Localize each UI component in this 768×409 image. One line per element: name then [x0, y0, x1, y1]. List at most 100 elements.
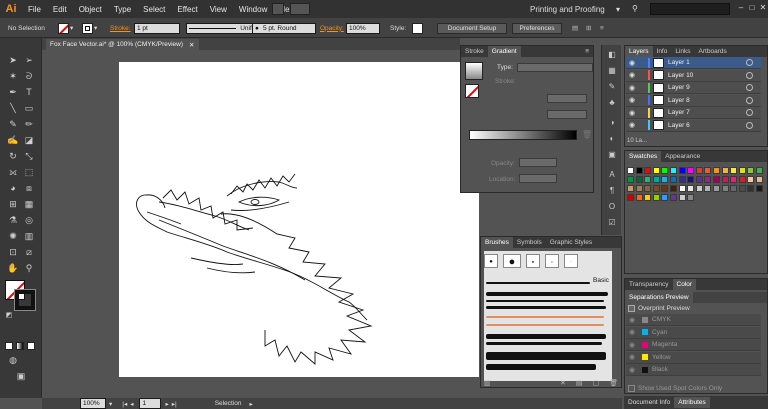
- menu-edit[interactable]: Edit: [47, 5, 73, 14]
- eyedropper-tool-icon[interactable]: ⚗: [6, 214, 20, 226]
- scale-tool-icon[interactable]: ⤡: [22, 150, 36, 162]
- swatch[interactable]: [695, 185, 703, 192]
- tab-stroke[interactable]: Stroke: [461, 46, 488, 57]
- layer-row[interactable]: ◉ Layer 10: [626, 69, 761, 82]
- tab-swatches[interactable]: Swatches: [625, 151, 662, 162]
- swatch[interactable]: [627, 167, 634, 174]
- document-tab[interactable]: Fox Face Vector.ai* @ 100% (CMYK/Preview…: [46, 39, 199, 50]
- opacity-label[interactable]: Opacity:: [320, 22, 344, 34]
- close-tab-icon[interactable]: ✕: [189, 41, 194, 49]
- align-icon[interactable]: ▤: [572, 22, 578, 34]
- color-mode-icon[interactable]: [5, 342, 13, 350]
- zoom-chevron-icon[interactable]: ▾: [109, 400, 112, 408]
- swatch[interactable]: [704, 167, 712, 174]
- menu-object[interactable]: Object: [73, 5, 108, 14]
- swatch[interactable]: [627, 194, 634, 201]
- tab-symbols[interactable]: Symbols: [513, 237, 546, 248]
- opentype-icon[interactable]: O: [606, 201, 618, 213]
- tab-brushes[interactable]: Brushes: [481, 237, 513, 248]
- brush-stroke-arrow-2[interactable]: [486, 324, 604, 326]
- swatch[interactable]: [738, 176, 746, 183]
- swatch[interactable]: [635, 185, 643, 192]
- layer-row[interactable]: ◉ Layer 7: [626, 107, 761, 119]
- tab-transparency[interactable]: Transparency: [625, 279, 673, 290]
- artboard[interactable]: [119, 62, 479, 377]
- angle-field[interactable]: [547, 94, 587, 103]
- target-icon[interactable]: [746, 109, 753, 116]
- eye-icon[interactable]: ◉: [626, 84, 638, 92]
- swatch[interactable]: [661, 167, 669, 174]
- brush-dot-1[interactable]: ●: [484, 254, 498, 268]
- gradient-slider[interactable]: [469, 130, 577, 140]
- pencil-tool-icon[interactable]: ✏: [22, 118, 36, 130]
- tab-document-info[interactable]: Document Info: [624, 397, 674, 408]
- swatch[interactable]: [635, 167, 643, 174]
- plate-row[interactable]: ◉ Magenta: [626, 339, 761, 351]
- swatch[interactable]: [644, 194, 652, 201]
- swatch[interactable]: [730, 167, 738, 174]
- swatch[interactable]: [721, 185, 729, 192]
- swatch[interactable]: [687, 167, 695, 174]
- slice-tool-icon[interactable]: ⧄: [22, 246, 36, 258]
- zoom-tool-icon[interactable]: ⚲: [22, 262, 36, 274]
- swatch[interactable]: [721, 176, 729, 183]
- pen-tool-icon[interactable]: ✒: [6, 86, 20, 98]
- swatch[interactable]: [652, 167, 660, 174]
- swatch[interactable]: [627, 185, 634, 192]
- swatch[interactable]: [713, 167, 720, 174]
- swatch[interactable]: [721, 167, 729, 174]
- magic-wand-tool-icon[interactable]: ✶: [6, 70, 20, 82]
- plate-row[interactable]: ◉ Black: [626, 364, 761, 376]
- swatch[interactable]: [730, 176, 738, 183]
- tab-gradient[interactable]: Gradient: [487, 46, 521, 57]
- artboard-tool-icon[interactable]: ⊡: [6, 246, 20, 258]
- menu-select[interactable]: Select: [137, 5, 171, 14]
- gradient-mode-icon[interactable]: [16, 342, 24, 350]
- spot-only-checkbox[interactable]: [628, 385, 635, 392]
- workspace-switcher[interactable]: Printing and Proofing ▾: [526, 2, 624, 16]
- swatch[interactable]: [747, 176, 755, 183]
- layer-row[interactable]: ◉ Layer 1: [626, 57, 761, 69]
- eye-icon[interactable]: ◉: [626, 59, 638, 67]
- eye-icon[interactable]: ◉: [626, 121, 638, 129]
- fill-swatch[interactable]: ▾: [58, 22, 78, 34]
- swatch[interactable]: [670, 167, 677, 174]
- swatch[interactable]: [644, 176, 652, 183]
- shape-builder-tool-icon[interactable]: ◕: [6, 182, 20, 194]
- swatch[interactable]: [627, 176, 634, 183]
- new-brush-icon[interactable]: ▢: [592, 379, 599, 387]
- swatch[interactable]: [713, 176, 720, 183]
- overprint-checkbox[interactable]: [628, 305, 635, 312]
- gradient-thumbnail[interactable]: [465, 62, 483, 80]
- zoom-field[interactable]: 100%: [80, 398, 106, 409]
- swatch[interactable]: [756, 185, 763, 192]
- menu-file[interactable]: File: [22, 5, 47, 14]
- type-tool-icon[interactable]: T: [22, 86, 36, 98]
- prev-artboard-icon[interactable]: ◂: [130, 400, 133, 408]
- swatch[interactable]: [644, 167, 652, 174]
- swatch[interactable]: [687, 176, 695, 183]
- swatch[interactable]: [713, 185, 720, 192]
- tab-appearance[interactable]: Appearance: [661, 151, 704, 162]
- target-icon[interactable]: [746, 84, 753, 91]
- bridge-icon[interactable]: [272, 3, 284, 15]
- brush-stroke-8[interactable]: [486, 364, 596, 370]
- perspective-grid-tool-icon[interactable]: ⧈: [22, 182, 36, 194]
- brushes-icon[interactable]: ✎: [606, 81, 618, 93]
- plate-row[interactable]: ◉ CMYK: [626, 314, 761, 326]
- mesh-tool-icon[interactable]: ⊞: [6, 198, 20, 210]
- width-tool-icon[interactable]: ⟗: [6, 166, 20, 178]
- control-menu-icon[interactable]: ≡: [600, 22, 604, 34]
- graphic-styles-icon[interactable]: ▣: [606, 149, 618, 161]
- swatch[interactable]: [678, 176, 686, 183]
- attributes-icon[interactable]: ☑: [606, 217, 618, 229]
- swatch[interactable]: [670, 176, 677, 183]
- stroke-swatch[interactable]: ▾: [82, 22, 102, 34]
- target-icon[interactable]: [746, 121, 753, 129]
- swatch[interactable]: [670, 194, 677, 201]
- swatch[interactable]: [687, 185, 695, 192]
- stroke-weight-field[interactable]: 1 pt: [134, 22, 180, 34]
- swatch[interactable]: [652, 185, 660, 192]
- brush-stroke-1[interactable]: [486, 282, 590, 284]
- direct-selection-tool-icon[interactable]: ➢: [22, 54, 36, 66]
